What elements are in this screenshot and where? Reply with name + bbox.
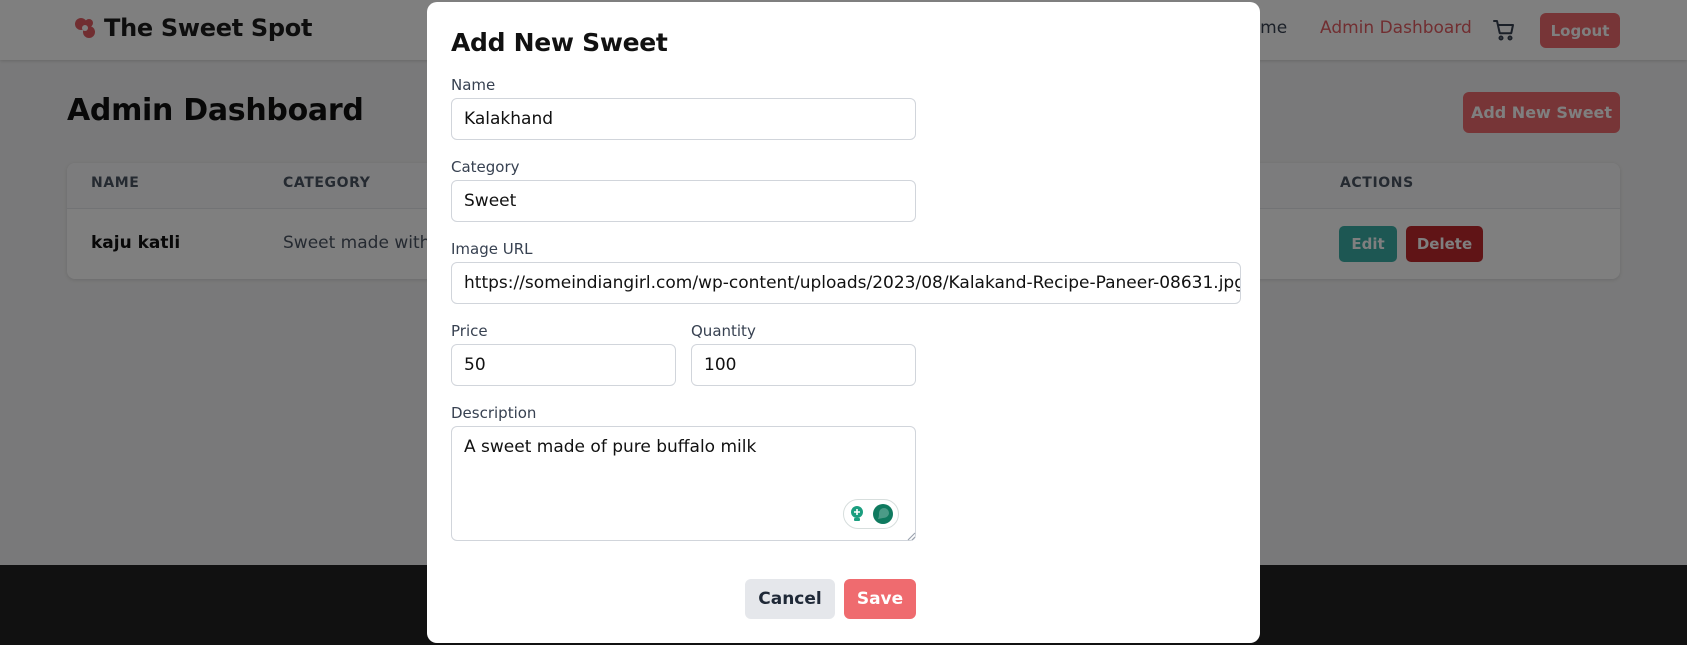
resize-handle-icon[interactable] (906, 531, 916, 541)
chat-bubble-icon (873, 504, 893, 524)
quantity-label: Quantity (691, 322, 756, 340)
price-label: Price (451, 322, 488, 340)
name-label: Name (451, 76, 496, 94)
name-input[interactable]: Kalakhand (451, 98, 916, 140)
price-input[interactable]: 50 (451, 344, 676, 386)
lightbulb-icon (851, 506, 863, 521)
description-label: Description (451, 404, 537, 422)
image-url-input[interactable]: https://someindiangirl.com/wp-content/up… (451, 262, 1241, 304)
image-url-label: Image URL (451, 240, 533, 258)
modal-title: Add New Sweet (451, 28, 668, 57)
add-sweet-modal: Add New Sweet Name Kalakhand Category Sw… (427, 2, 1260, 643)
category-label: Category (451, 158, 520, 176)
category-input[interactable]: Sweet (451, 180, 916, 222)
writing-assistant-widget[interactable] (843, 499, 899, 529)
cancel-button[interactable]: Cancel (745, 579, 835, 619)
quantity-input[interactable]: 100 (691, 344, 916, 386)
save-button[interactable]: Save (844, 579, 916, 619)
